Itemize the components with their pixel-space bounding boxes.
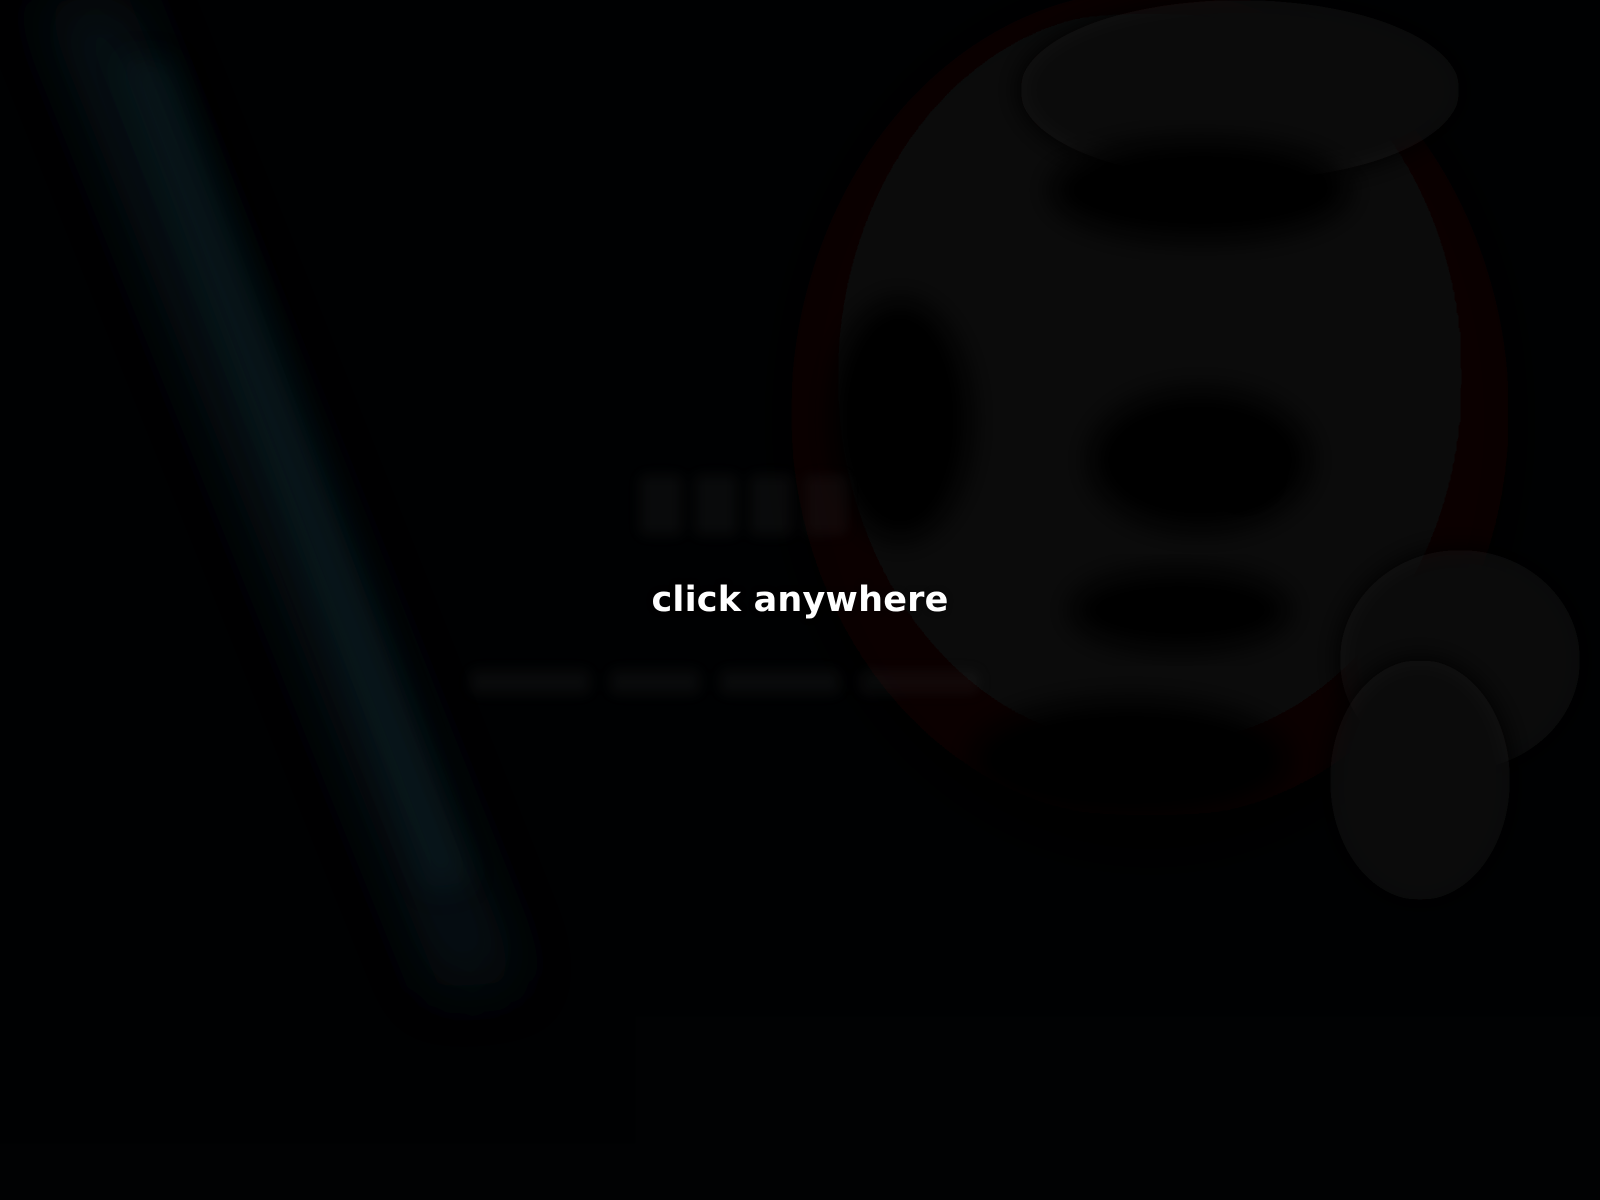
blurred-logo — [470, 475, 980, 694]
blurred-background-art — [0, 0, 1600, 1200]
click-anywhere-prompt: click anywhere — [651, 580, 949, 620]
click-anywhere-screen[interactable]: click anywhere — [0, 0, 1600, 1200]
dim-overlay — [0, 0, 1600, 1200]
